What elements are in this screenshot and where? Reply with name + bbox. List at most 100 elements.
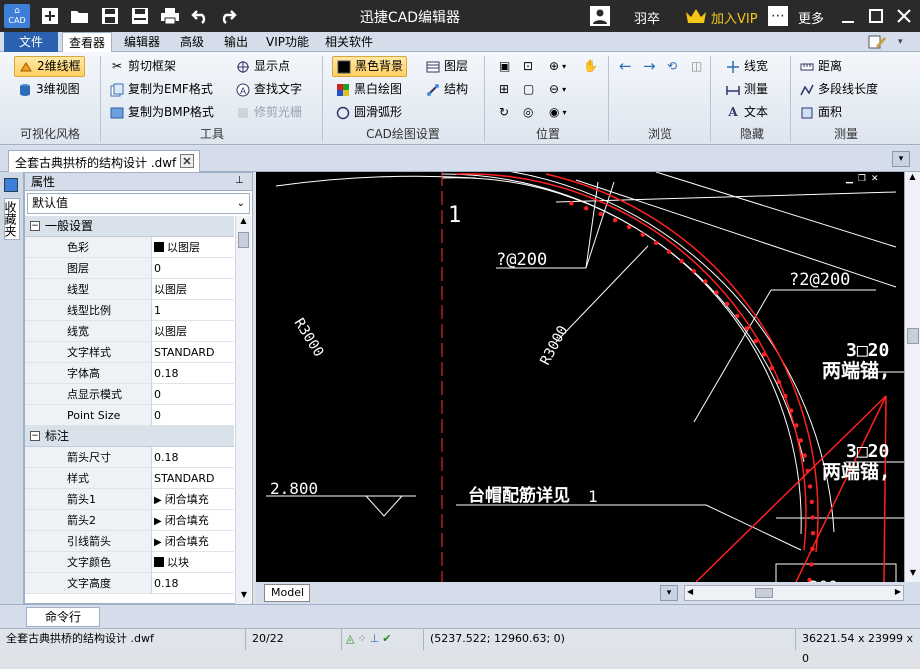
property-value[interactable]: ▶ 闭合填充 xyxy=(152,489,234,510)
tab-editor[interactable]: 编辑器 xyxy=(118,32,166,52)
zoom-out-icon[interactable]: ⊖ ▾ xyxy=(546,79,569,100)
tab-list-dropdown-icon[interactable]: ▾ xyxy=(892,151,910,167)
property-value[interactable]: STANDARD xyxy=(152,468,234,489)
property-value[interactable]: 0.18 xyxy=(152,573,234,594)
close-tab-icon[interactable] xyxy=(180,154,194,168)
property-value[interactable]: 以图层 xyxy=(152,237,234,258)
fit-icon[interactable]: ⊞ xyxy=(496,79,512,100)
osnap-check-icon[interactable]: ✔ xyxy=(382,629,391,650)
property-value[interactable]: 1 xyxy=(152,300,234,321)
property-row[interactable]: 线型比例 1 xyxy=(25,300,234,321)
properties-scrollbar[interactable]: ▲ ▼ xyxy=(235,216,251,604)
copy-emf-button[interactable]: 复制为EMF格式 xyxy=(106,79,216,100)
property-value[interactable]: STANDARD xyxy=(152,342,234,363)
line-width-toggle[interactable]: 线宽 xyxy=(722,56,771,77)
clip-frame-button[interactable]: ✂ 剪切框架 xyxy=(106,56,179,77)
orbit-icon[interactable]: ◎ xyxy=(520,102,536,123)
property-value[interactable]: 以块 xyxy=(152,552,234,573)
measure-toggle[interactable]: 测量 xyxy=(722,79,771,100)
structure-button[interactable]: 结构 xyxy=(422,79,471,100)
close-icon[interactable] xyxy=(892,4,916,28)
command-line-tab[interactable]: 命令行 xyxy=(26,607,100,627)
scroll-down-icon[interactable]: ▼ xyxy=(905,568,920,582)
h-scroll-thumb[interactable] xyxy=(755,588,773,598)
property-row[interactable]: 文字样式 STANDARD xyxy=(25,342,234,363)
view-3d-button[interactable]: 3维视图 xyxy=(14,79,83,100)
rotate-3d-icon[interactable]: ↻ xyxy=(496,102,512,123)
property-row[interactable]: 文字颜色 以块 xyxy=(25,552,234,573)
property-row[interactable]: 图层 0 xyxy=(25,258,234,279)
property-value[interactable]: 0 xyxy=(152,258,234,279)
show-points-button[interactable]: 显示点 xyxy=(232,56,293,77)
trim-raster-button[interactable]: 修剪光栅 xyxy=(232,102,305,123)
tab-related-software[interactable]: 相关软件 xyxy=(319,32,379,52)
help-icon[interactable] xyxy=(868,34,886,50)
user-avatar-icon[interactable] xyxy=(590,6,610,26)
copy-bmp-button[interactable]: 复制为BMP格式 xyxy=(106,102,217,123)
property-row[interactable]: 引线箭头 ▶ 闭合填充 xyxy=(25,531,234,552)
property-value[interactable]: 以图层 xyxy=(152,279,234,300)
tab-viewer[interactable]: 查看器 xyxy=(62,32,113,52)
refresh-icon[interactable]: ⟲ xyxy=(664,56,680,77)
property-value[interactable]: 0 xyxy=(152,405,234,426)
sidebar-toggle-icon[interactable] xyxy=(4,178,18,192)
property-row[interactable]: Point Size 0 xyxy=(25,405,234,426)
tab-advanced[interactable]: 高级 xyxy=(174,32,210,52)
pin-icon[interactable]: ⊥ xyxy=(235,175,247,187)
property-value[interactable]: ▶ 闭合填充 xyxy=(152,531,234,552)
property-row[interactable]: 色彩 以图层 xyxy=(25,237,234,258)
favorites-tab[interactable]: 收藏夹 xyxy=(3,198,20,240)
canvas-close-icon[interactable]: ✕ xyxy=(871,174,879,186)
canvas-horizontal-scrollbar[interactable]: ◀ ▶ xyxy=(684,585,904,601)
scroll-up-icon[interactable]: ▲ xyxy=(905,172,920,186)
property-row[interactable]: 线宽 以图层 xyxy=(25,321,234,342)
document-tab[interactable]: 全套古典拱桥的结构设计 .dwf xyxy=(8,150,200,172)
layout-dropdown-icon[interactable]: ▾ xyxy=(660,585,678,601)
smooth-arc-button[interactable]: 圆滑弧形 xyxy=(332,102,405,123)
ortho-icon[interactable]: ⊥ xyxy=(370,629,380,650)
polyline-length-button[interactable]: 多段线长度 xyxy=(796,79,881,100)
canvas-restore-icon[interactable]: ❐ xyxy=(858,174,866,186)
minimize-icon[interactable] xyxy=(836,4,860,28)
property-row[interactable]: 箭头1 ▶ 闭合填充 xyxy=(25,489,234,510)
file-menu[interactable]: 文件 xyxy=(4,32,58,52)
zoom-in-icon[interactable]: ⊕ ▾ xyxy=(546,56,569,77)
property-row[interactable]: 样式 STANDARD xyxy=(25,468,234,489)
view-globe-icon[interactable]: ◉ ▾ xyxy=(546,102,570,123)
section-dimension[interactable]: − 标注 xyxy=(25,426,234,447)
find-text-button[interactable]: A 查找文字 xyxy=(232,79,305,100)
snap-icon[interactable]: ◬ xyxy=(346,629,354,650)
grid-icon[interactable]: ⁘ xyxy=(357,629,366,650)
scroll-thumb[interactable] xyxy=(238,232,249,248)
property-row[interactable]: 字体高 0.18 xyxy=(25,363,234,384)
canvas-minimize-icon[interactable]: ▁ xyxy=(846,174,853,186)
properties-dropdown[interactable]: 默认值 ⌄ xyxy=(27,193,250,214)
tab-output[interactable]: 输出 xyxy=(218,32,254,52)
tab-vip[interactable]: VIP功能 xyxy=(260,32,315,52)
property-row[interactable]: 箭头尺寸 0.18 xyxy=(25,447,234,468)
vip-link[interactable]: 加入VIP xyxy=(711,8,758,27)
property-value[interactable]: 0.18 xyxy=(152,363,234,384)
forward-arrow-icon[interactable]: → xyxy=(640,56,659,77)
user-name[interactable]: 羽卒 xyxy=(634,8,660,27)
scroll-left-icon[interactable]: ◀ xyxy=(687,587,693,596)
property-row[interactable]: 箭头2 ▶ 闭合填充 xyxy=(25,510,234,531)
bw-drawing-button[interactable]: 黑白绘图 xyxy=(332,79,405,100)
distance-button[interactable]: 距离 xyxy=(796,56,845,77)
property-row[interactable]: 线型 以图层 xyxy=(25,279,234,300)
canvas-vertical-scrollbar[interactable]: ▲ ▼ xyxy=(904,172,920,582)
zoom-real-icon[interactable]: ▢ xyxy=(520,79,537,100)
drawing-canvas[interactable]: 1 ?@200 ?2@200 R3000 R3000 3□20 两端锚, 3□2… xyxy=(256,172,904,582)
property-value[interactable]: 以图层 xyxy=(152,321,234,342)
more-icon[interactable]: ⋯ xyxy=(768,6,788,26)
area-button[interactable]: 面积 xyxy=(796,102,845,123)
layers-button[interactable]: 图层 xyxy=(422,56,471,77)
property-row[interactable]: 点显示模式 0 xyxy=(25,384,234,405)
model-tab[interactable]: Model xyxy=(264,584,310,602)
section-general[interactable]: − 一般设置 xyxy=(25,216,234,237)
zoom-window-icon[interactable]: ⊡ xyxy=(520,56,536,77)
back-arrow-icon[interactable]: ← xyxy=(616,56,635,77)
scroll-right-icon[interactable]: ▶ xyxy=(895,587,901,596)
bookmark-icon[interactable]: ◫ xyxy=(688,56,705,77)
property-row[interactable]: 文字高度 0.18 xyxy=(25,573,234,594)
